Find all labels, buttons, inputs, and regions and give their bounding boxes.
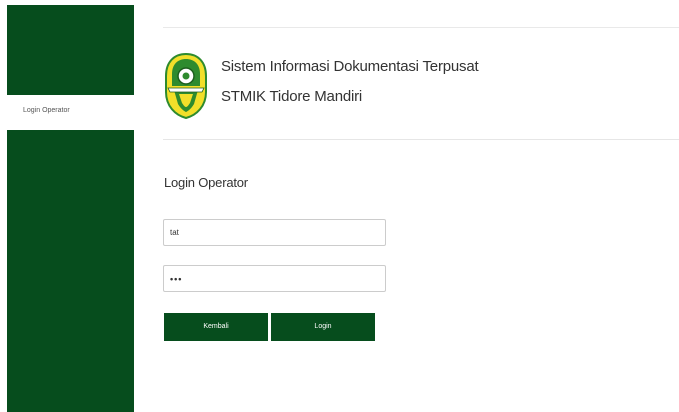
sidebar: Login Operator	[7, 5, 134, 412]
header-divider	[163, 139, 679, 140]
password-input[interactable]	[163, 265, 386, 292]
login-page: Login Operator Sistem Informasi Dokument…	[0, 0, 679, 412]
login-heading: Login Operator	[164, 175, 248, 190]
stmik-logo-icon	[165, 52, 207, 120]
login-button[interactable]: Login	[271, 313, 375, 341]
app-title: Sistem Informasi Dokumentasi Terpusat	[221, 58, 479, 75]
username-input[interactable]	[163, 219, 386, 246]
app-subtitle: STMIK Tidore Mandiri	[221, 88, 363, 105]
sidebar-item-label: Login Operator	[23, 107, 70, 114]
top-divider	[163, 27, 679, 28]
back-button[interactable]: Kembali	[164, 313, 268, 341]
sidebar-item-login-operator[interactable]: Login Operator	[7, 95, 134, 130]
